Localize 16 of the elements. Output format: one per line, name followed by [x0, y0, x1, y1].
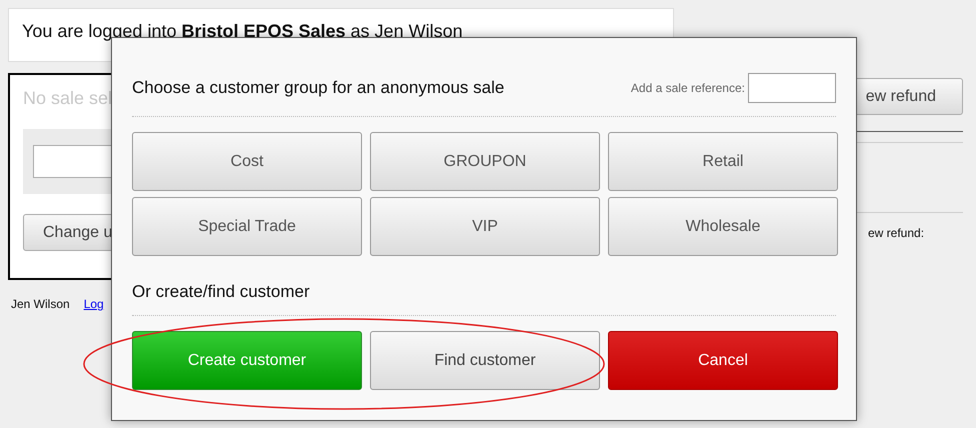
group-button[interactable]: Retail [608, 132, 838, 191]
section-title: Or create/find customer [132, 282, 311, 302]
cancel-button[interactable]: Cancel [608, 331, 838, 390]
customer-button[interactable]: Find customer [370, 331, 600, 390]
group-button[interactable]: Wholesale [608, 197, 838, 256]
reference-field[interactable] [748, 73, 836, 103]
logout-link[interactable]: Log [84, 297, 104, 311]
group-button[interactable]: GROUPON [370, 132, 600, 191]
user-name: Jen Wilson [11, 297, 70, 311]
group-button[interactable]: Cost [132, 132, 362, 191]
reference-label: Add a sale reference: [630, 81, 745, 95]
group-button[interactable]: Special Trade [132, 197, 362, 256]
refund-label: ew refund: [868, 226, 926, 240]
group-button[interactable]: VIP [370, 197, 600, 256]
login-message: You are logged into Bristol EPOS Sales as Jen Wilson [22, 21, 463, 42]
dialog-title: Choose a customer group for an anonymous sale [132, 78, 504, 98]
